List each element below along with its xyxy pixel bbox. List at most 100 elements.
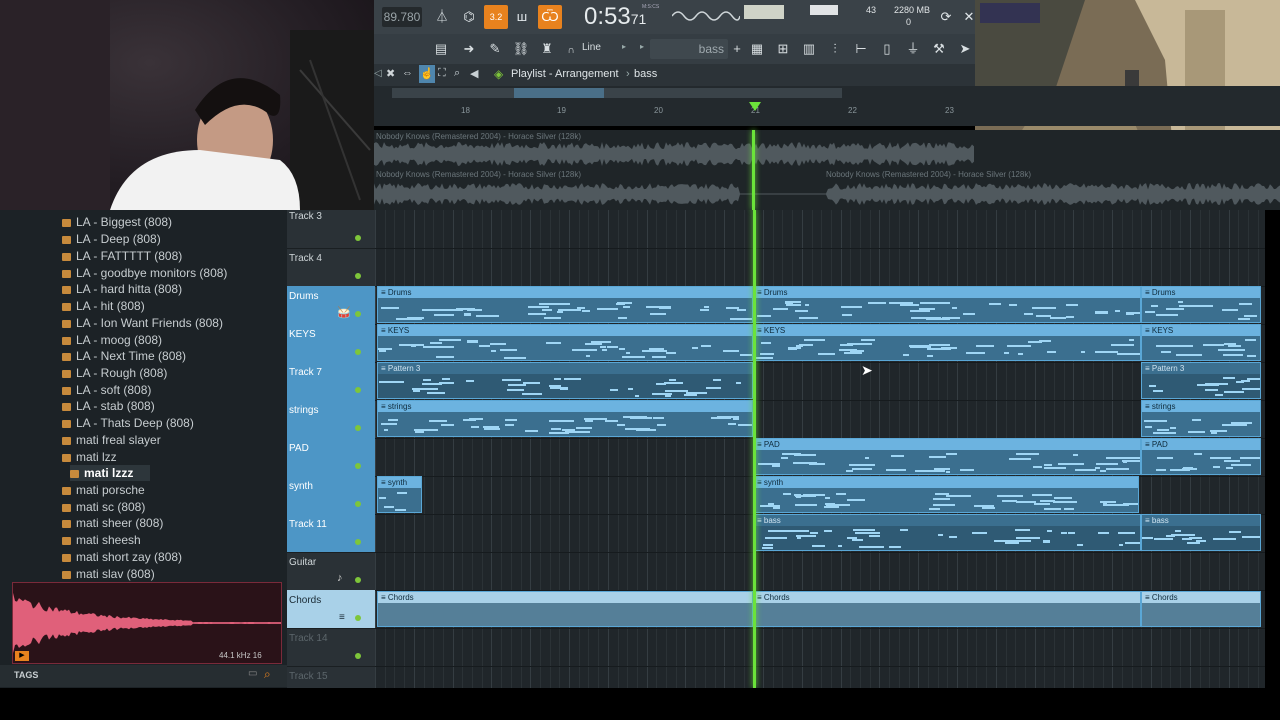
track-header[interactable]: Track 4: [287, 248, 375, 287]
browser-icon[interactable]: ⊢: [852, 40, 870, 58]
playhead-marker[interactable]: [749, 102, 761, 111]
track-header[interactable]: Track 14: [287, 628, 375, 667]
browser-item[interactable]: mati freal slayer: [62, 432, 161, 448]
browser-item[interactable]: LA - Ion Want Friends (808): [62, 315, 223, 331]
browser-item[interactable]: LA - Rough (808): [62, 365, 167, 381]
sample-preview[interactable]: ▶ 44.1 kHz 16: [12, 582, 282, 664]
track-header[interactable]: Track 3: [287, 210, 375, 249]
browser-item[interactable]: LA - Next Time (808): [62, 348, 186, 364]
browser-item-selected[interactable]: mati lzzz: [70, 465, 150, 481]
close-icon[interactable]: ✕: [962, 7, 976, 27]
countdown-button[interactable]: 3.2: [484, 5, 508, 29]
clip-chords[interactable]: Chords: [377, 591, 753, 627]
track-led[interactable]: [355, 577, 361, 583]
piano-icon[interactable]: ▤: [432, 40, 450, 58]
track-led[interactable]: [355, 501, 361, 507]
browser-item[interactable]: mati sheer (808): [62, 515, 163, 531]
track-header[interactable]: Guitar ♪: [287, 552, 375, 591]
wait-input-icon[interactable]: ⌬: [458, 7, 480, 27]
clip-synth[interactable]: synth: [377, 476, 422, 513]
refresh-icon[interactable]: ⟳: [936, 7, 956, 27]
clip-bass[interactable]: bass: [1141, 514, 1261, 551]
browser-item[interactable]: mati porsche: [62, 482, 145, 498]
playlist-icon[interactable]: ▦: [748, 40, 766, 58]
clip-keys[interactable]: KEYS: [1141, 324, 1261, 361]
browser-item[interactable]: LA - Thats Deep (808): [62, 415, 194, 431]
back-icon[interactable]: ◁: [374, 68, 382, 79]
snap-selector[interactable]: Line: [582, 42, 601, 53]
zoom-icon[interactable]: ⌕: [454, 67, 460, 80]
tempo-display[interactable]: 89.780: [382, 7, 422, 27]
clip-synth[interactable]: synth: [753, 476, 1139, 513]
track-led[interactable]: [355, 653, 361, 659]
metronome-icon[interactable]: ⏃: [432, 7, 452, 27]
magnet-icon[interactable]: ∩: [562, 42, 580, 60]
clip-chords[interactable]: Chords: [1141, 591, 1261, 627]
overview-view[interactable]: [514, 88, 604, 98]
clip-pad[interactable]: PAD: [753, 438, 1141, 475]
browser-item[interactable]: LA - moog (808): [62, 332, 162, 348]
add-pattern-icon[interactable]: +: [728, 40, 746, 58]
piano-roll-icon[interactable]: ▥: [800, 40, 818, 58]
step-edit-icon[interactable]: ш: [512, 7, 532, 27]
browser-item[interactable]: LA - goodbye monitors (808): [62, 265, 227, 281]
track-led[interactable]: [355, 463, 361, 469]
clip-strings[interactable]: strings: [1141, 400, 1261, 437]
draw-tool-icon[interactable]: ✎: [486, 40, 504, 58]
track-header[interactable]: Track 7: [287, 362, 375, 401]
track-header[interactable]: strings: [287, 400, 375, 439]
clip-pad[interactable]: PAD: [1141, 438, 1261, 475]
track-header[interactable]: Chords ≡: [287, 590, 375, 629]
track-header[interactable]: Track 11: [287, 514, 375, 553]
time-display[interactable]: 0:5371: [584, 3, 646, 31]
browser-item[interactable]: LA - Deep (808): [62, 231, 161, 247]
play-preview-icon[interactable]: ◀: [470, 67, 478, 80]
timeline-ruler[interactable]: 18 19 20 21 22 23: [374, 86, 1280, 126]
project-icon[interactable]: ▯: [878, 40, 896, 58]
track-led[interactable]: [355, 349, 361, 355]
browser-item[interactable]: LA - Biggest (808): [62, 214, 172, 230]
browser-item[interactable]: LA - FATTTTT (808): [62, 248, 182, 264]
channel-rack-icon[interactable]: ⊞: [774, 40, 792, 58]
playhead[interactable]: [753, 210, 756, 688]
browser-item[interactable]: mati lzz: [62, 449, 117, 465]
track-led[interactable]: [355, 387, 361, 393]
expand-icon[interactable]: ⇔: [402, 67, 413, 79]
clip-pattern3[interactable]: Pattern 3: [1141, 362, 1261, 399]
clip-drums[interactable]: Drums: [377, 286, 753, 323]
preview-play-icon[interactable]: ▶: [15, 651, 29, 661]
song-overview[interactable]: [392, 88, 842, 98]
track-led[interactable]: [355, 425, 361, 431]
clip-keys[interactable]: KEYS: [753, 324, 1141, 361]
browser-item[interactable]: LA - hit (808): [62, 298, 145, 314]
track-header[interactable]: Drums 🥁: [287, 286, 375, 325]
track-led[interactable]: [355, 539, 361, 545]
audio-clip-label[interactable]: Nobody Knows (Remastered 2004) - Horace …: [826, 170, 1031, 179]
clip-chords[interactable]: Chords: [753, 591, 1141, 627]
clip-drums[interactable]: Drums: [753, 286, 1141, 323]
pattern-selector[interactable]: bass: [650, 39, 728, 59]
track-led[interactable]: [355, 235, 361, 241]
track-led[interactable]: [355, 273, 361, 279]
arrow-right-icon[interactable]: ➜: [460, 40, 478, 58]
track-header[interactable]: Track 15: [287, 666, 375, 689]
clip-keys[interactable]: KEYS: [377, 324, 753, 361]
playlist-play-icon[interactable]: ◈: [494, 67, 503, 81]
search-icon[interactable]: ⌕: [264, 667, 271, 682]
browser-item[interactable]: LA - stab (808): [62, 398, 155, 414]
mixer-icon[interactable]: ⫶: [826, 40, 844, 58]
track-led[interactable]: [355, 615, 361, 621]
clip-drums[interactable]: Drums: [1141, 286, 1261, 323]
browser-item[interactable]: mati sheesh: [62, 532, 141, 548]
send-icon[interactable]: ➤: [956, 40, 974, 58]
playlist-grid[interactable]: Drums Drums Drums KEYS KEYS KEYS Pattern…: [375, 210, 1265, 688]
stamp-icon[interactable]: ♜: [538, 40, 556, 58]
pattern-play-icon[interactable]: ▸: [640, 42, 644, 51]
plugin-icon[interactable]: ⏚: [904, 40, 922, 58]
browser-item[interactable]: mati sc (808): [62, 499, 145, 515]
mute-icon[interactable]: ✖: [386, 67, 395, 80]
clip-bass[interactable]: bass: [753, 514, 1141, 551]
tools-icon[interactable]: ⚒: [930, 40, 948, 58]
clip-strings[interactable]: strings: [377, 400, 753, 437]
loop-record-button[interactable]: Ѿ: [538, 5, 562, 29]
